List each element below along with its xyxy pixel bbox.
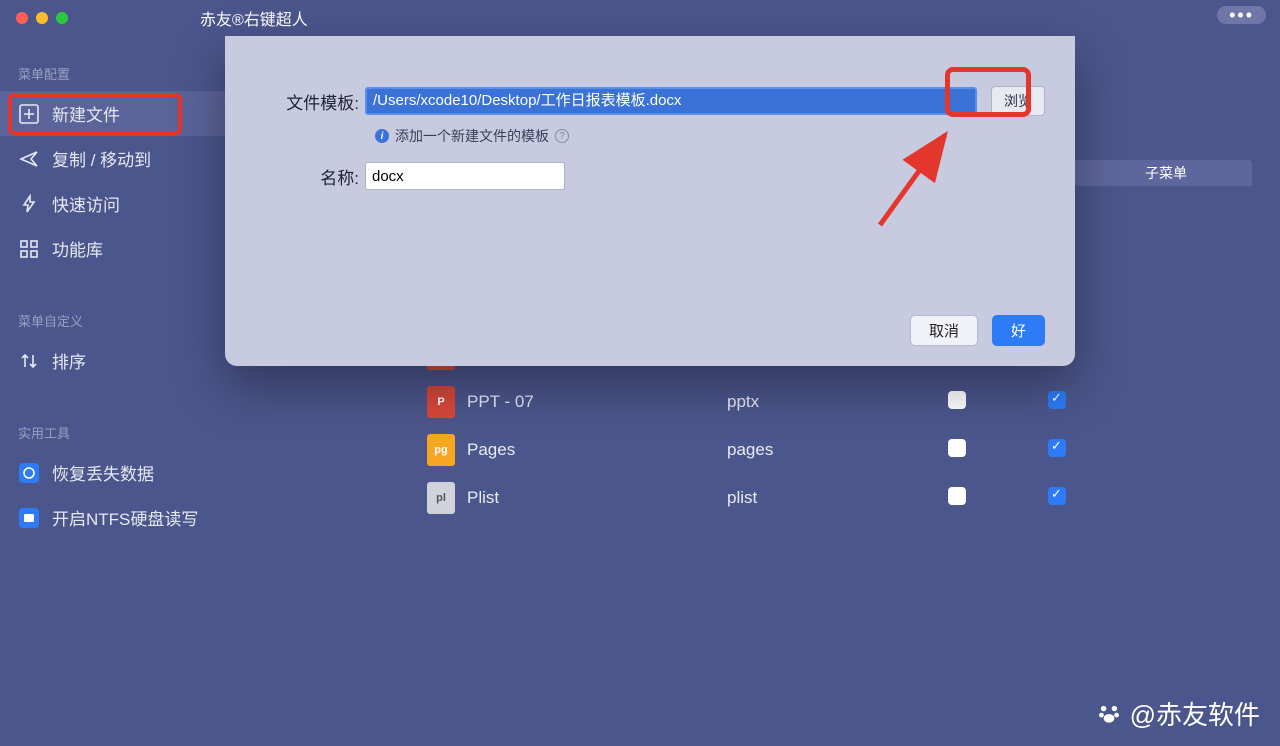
file-extension: pages <box>727 440 927 460</box>
checkbox-enable[interactable] <box>927 391 987 414</box>
cancel-button[interactable]: 取消 <box>910 315 978 346</box>
send-icon <box>18 148 40 170</box>
titlebar: 赤友®右键超人 ••• <box>0 0 1280 36</box>
sidebar-item-library[interactable]: 功能库 <box>0 226 230 271</box>
checkbox-submenu[interactable] <box>987 439 1127 462</box>
path-input[interactable]: /Users/xcode10/Desktop/工作日报表模板.docx <box>365 87 977 115</box>
table-row[interactable]: pl Plistplist <box>405 474 1252 522</box>
section-header: 菜单配置 <box>18 64 230 83</box>
help-icon[interactable]: ? <box>555 129 569 143</box>
file-type-name: Pages <box>467 440 727 460</box>
recover-icon <box>18 462 40 484</box>
name-input[interactable] <box>365 162 565 190</box>
table-row[interactable]: P PPT - 07pptx <box>405 378 1252 426</box>
ntfs-icon <box>18 507 40 529</box>
file-type-icon: pl <box>427 482 455 514</box>
sidebar-item-copy-move[interactable]: 复制 / 移动到 <box>0 136 230 181</box>
checkbox-enable[interactable] <box>927 487 987 510</box>
sidebar-item-new-file[interactable]: 新建文件 <box>0 91 230 136</box>
file-type-icon: P <box>427 386 455 418</box>
sidebar-item-label: 恢复丢失数据 <box>52 460 154 485</box>
add-template-dialog: 文件模板: /Users/xcode10/Desktop/工作日报表模板.doc… <box>225 36 1075 366</box>
app-title: 赤友®右键超人 <box>200 6 308 30</box>
watermark: @赤友软件 <box>1096 695 1260 732</box>
sidebar-item-quick-access[interactable]: 快速访问 <box>0 181 230 226</box>
browse-button[interactable]: 浏览 <box>991 86 1045 116</box>
section-header: 菜单自定义 <box>18 311 230 330</box>
plus-box-icon <box>18 103 40 125</box>
info-icon: i <box>375 129 389 143</box>
table-row[interactable]: pg Pagespages <box>405 426 1252 474</box>
sidebar-item-label: 排序 <box>52 348 86 373</box>
checkbox-submenu[interactable] <box>987 391 1127 414</box>
hint-text: 添加一个新建文件的模板 <box>395 126 549 146</box>
sidebar-item-sort[interactable]: 排序 <box>0 338 230 383</box>
sidebar-item-recover[interactable]: 恢复丢失数据 <box>0 450 230 495</box>
sidebar-item-label: 新建文件 <box>52 101 120 126</box>
more-button[interactable]: ••• <box>1217 6 1266 24</box>
section-header: 实用工具 <box>18 423 230 442</box>
maximize-window-icon[interactable] <box>56 12 68 24</box>
sidebar-item-label: 开启NTFS硬盘读写 <box>52 505 198 530</box>
close-window-icon[interactable] <box>16 12 28 24</box>
sidebar-item-label: 复制 / 移动到 <box>52 146 151 171</box>
name-label: 名称: <box>255 164 365 189</box>
column-header-submenu: 子菜单 <box>1102 163 1252 183</box>
checkbox-submenu[interactable] <box>987 487 1127 510</box>
hint-row: i 添加一个新建文件的模板 ? <box>375 126 1045 146</box>
file-type-name: PPT - 07 <box>467 392 727 412</box>
sidebar-item-label: 功能库 <box>52 236 103 261</box>
minimize-window-icon[interactable] <box>36 12 48 24</box>
grid-icon <box>18 238 40 260</box>
file-type-icon: pg <box>427 434 455 466</box>
window-controls <box>16 12 68 24</box>
sidebar: 菜单配置 新建文件 复制 / 移动到 快速访问 功能库 菜单自定义 排序 实用工… <box>0 50 230 540</box>
sidebar-item-label: 快速访问 <box>52 191 120 216</box>
checkbox-enable[interactable] <box>927 439 987 462</box>
sort-icon <box>18 350 40 372</box>
bolt-icon <box>18 193 40 215</box>
file-extension: pptx <box>727 392 927 412</box>
sidebar-item-ntfs[interactable]: 开启NTFS硬盘读写 <box>0 495 230 540</box>
file-extension: plist <box>727 488 927 508</box>
path-label: 文件模板: <box>255 89 365 114</box>
paw-icon <box>1096 701 1122 727</box>
file-type-name: Plist <box>467 488 727 508</box>
ok-button[interactable]: 好 <box>992 315 1045 346</box>
